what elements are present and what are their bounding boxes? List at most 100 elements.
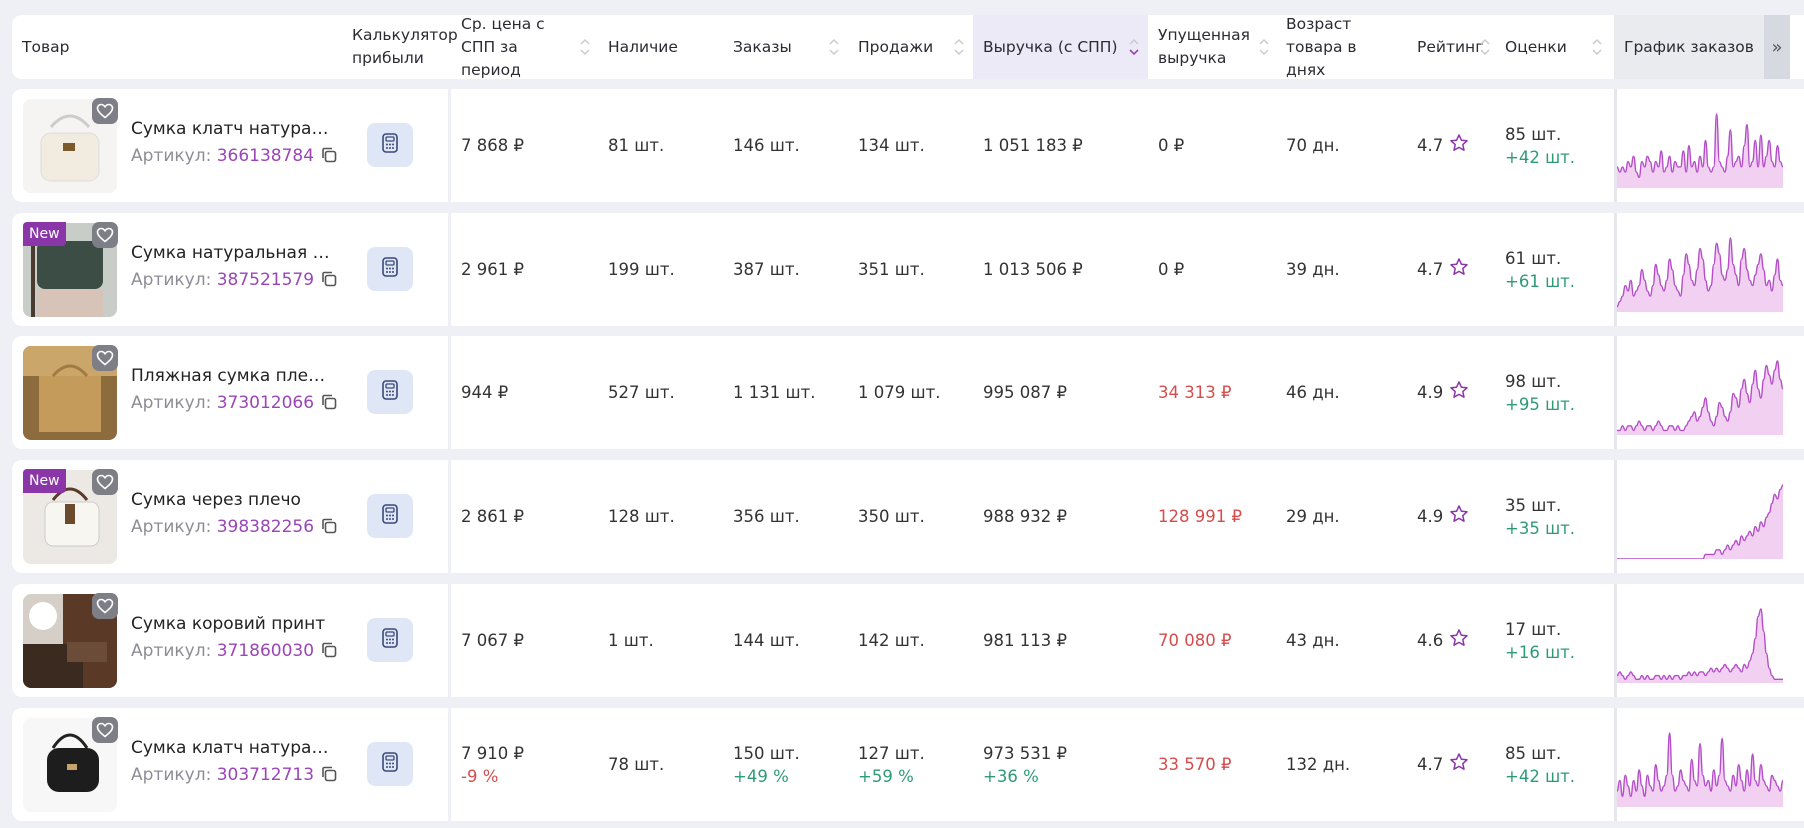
- stock-value: 78 шт.: [608, 755, 665, 774]
- age-value: 46 дн.: [1286, 383, 1340, 402]
- avg_price-value: 7 910 ₽: [461, 743, 524, 763]
- profit-calculator-button[interactable]: [367, 370, 413, 414]
- revenue-cell: 995 087 ₽: [973, 336, 1148, 449]
- table-row[interactable]: Сумка коровий принт Артикул: 371860030 7 0…: [12, 584, 1804, 697]
- col-reviews-header[interactable]: Оценки: [1495, 15, 1611, 79]
- profit-calculator-button[interactable]: [367, 742, 413, 786]
- article-number[interactable]: 366138784: [217, 146, 314, 166]
- orders-chart[interactable]: [1614, 336, 1786, 449]
- orders-chart[interactable]: [1614, 89, 1786, 202]
- stock-cell: 78 шт.: [598, 708, 723, 821]
- sort-icon[interactable]: [953, 35, 965, 59]
- age-cell: 70 дн.: [1276, 89, 1407, 202]
- sort-icon[interactable]: [1258, 35, 1270, 59]
- copy-icon[interactable]: [320, 270, 338, 293]
- profit-calculator-button[interactable]: [367, 618, 413, 662]
- favorite-heart-icon[interactable]: [92, 469, 118, 495]
- article-number[interactable]: 371860030: [217, 641, 314, 661]
- orders-cell: 1 131 шт.: [723, 336, 848, 449]
- rating-cell: 4.9: [1407, 460, 1495, 573]
- product-name[interactable]: Сумка через плечо: [131, 490, 331, 510]
- sort-desc-icon[interactable]: [1128, 35, 1140, 59]
- col-revenue-header[interactable]: Выручка (с СПП): [973, 15, 1148, 79]
- col-stock-header[interactable]: Наличие: [598, 15, 723, 79]
- product-article: Артикул: 366138784: [131, 146, 338, 169]
- table-row[interactable]: Сумка клатч натуральная кожа Артикул: 366…: [12, 89, 1804, 202]
- orders-chart[interactable]: [1614, 213, 1786, 326]
- avg_price-cell: 7 910 ₽ -9 %: [451, 708, 598, 821]
- product-name[interactable]: Сумка клатч натуральная кожа: [131, 738, 331, 758]
- revenue-value: 1 051 183 ₽: [983, 136, 1083, 155]
- copy-icon[interactable]: [320, 641, 338, 664]
- favorite-heart-icon[interactable]: [92, 98, 118, 124]
- copy-icon[interactable]: [320, 393, 338, 416]
- favorite-heart-icon[interactable]: [92, 345, 118, 371]
- table-row[interactable]: New Сумка натуральная кожа Артикул: 387521…: [12, 213, 1804, 326]
- product-name[interactable]: Пляжная сумка плетеная: [131, 366, 331, 386]
- table-row[interactable]: Пляжная сумка плетеная Артикул: 373012066…: [12, 336, 1804, 449]
- table-header: Товар Калькулятор прибыли Ср. цена с СПП…: [12, 15, 1804, 79]
- col-orders-header[interactable]: Заказы: [723, 15, 848, 79]
- sort-icon[interactable]: [579, 35, 591, 59]
- sales-delta: +59 %: [858, 766, 914, 786]
- table-row[interactable]: New Сумка через плечо Артикул: 398382256 2 …: [12, 460, 1804, 573]
- lost-value: 33 570 ₽: [1158, 755, 1232, 774]
- profit-calculator-button[interactable]: [367, 247, 413, 291]
- age-value: 70 дн.: [1286, 136, 1340, 155]
- article-number[interactable]: 373012066: [217, 393, 314, 413]
- rating-cell: 4.7: [1407, 89, 1495, 202]
- stock-cell: 81 шт.: [598, 89, 723, 202]
- reviews-delta: +16 шт.: [1505, 642, 1576, 662]
- copy-icon[interactable]: [320, 517, 338, 540]
- calculator-icon: [382, 133, 398, 157]
- col-product-header[interactable]: Товар: [12, 15, 342, 79]
- stock-value: 81 шт.: [608, 136, 665, 155]
- copy-icon[interactable]: [320, 146, 338, 169]
- revenue-delta: +36 %: [983, 766, 1039, 786]
- favorite-heart-icon[interactable]: [92, 593, 118, 619]
- lost-value: 0 ₽: [1158, 260, 1185, 279]
- calculator-icon: [382, 752, 398, 776]
- product-article: Артикул: 371860030: [131, 641, 338, 664]
- star-icon: [1449, 133, 1469, 159]
- col-avg-price-header[interactable]: Ср. цена с СПП за период: [451, 15, 598, 79]
- product-name[interactable]: Сумка клатч натуральная кожа: [131, 119, 331, 139]
- product-name[interactable]: Сумка натуральная кожа: [131, 243, 331, 263]
- lost-value: 0 ₽: [1158, 136, 1185, 155]
- orders-chart[interactable]: [1614, 584, 1786, 697]
- col-lost-revenue-header[interactable]: Упущенная выручка: [1148, 15, 1276, 79]
- profit-calculator-button[interactable]: [367, 123, 413, 167]
- col-sales-header[interactable]: Продажи: [848, 15, 973, 79]
- orders-value: 144 шт.: [733, 631, 800, 650]
- favorite-heart-icon[interactable]: [92, 222, 118, 248]
- sort-icon[interactable]: [1479, 35, 1491, 59]
- orders-chart[interactable]: [1614, 708, 1786, 821]
- reviews-delta: +42 шт.: [1505, 766, 1576, 786]
- orders-cell: 146 шт.: [723, 89, 848, 202]
- rating-cell: 4.6: [1407, 584, 1495, 697]
- revenue-cell: 1 013 506 ₽: [973, 213, 1148, 326]
- product-name[interactable]: Сумка коровий принт: [131, 614, 331, 634]
- reviews-value: 17 шт.: [1505, 619, 1562, 639]
- profit-calculator-button[interactable]: [367, 494, 413, 538]
- col-age-header[interactable]: Возраст товара в днях: [1276, 15, 1407, 79]
- col-rating-header[interactable]: Рейтинг: [1407, 15, 1495, 79]
- age-value: 39 дн.: [1286, 260, 1340, 279]
- sort-icon[interactable]: [1591, 35, 1603, 59]
- stock-value: 1 шт.: [608, 631, 654, 650]
- favorite-heart-icon[interactable]: [92, 717, 118, 743]
- sort-icon[interactable]: [828, 35, 840, 59]
- age-cell: 43 дн.: [1276, 584, 1407, 697]
- star-icon: [1449, 257, 1469, 283]
- reviews-value: 85 шт.: [1505, 124, 1562, 144]
- article-number[interactable]: 387521579: [217, 270, 314, 290]
- rating-value: 4.7: [1417, 136, 1444, 155]
- star-icon: [1449, 752, 1469, 778]
- article-number[interactable]: 398382256: [217, 517, 314, 537]
- article-number[interactable]: 303712713: [217, 765, 314, 785]
- collapse-chevron-icon[interactable]: »: [1764, 15, 1790, 79]
- table-row[interactable]: Сумка клатч натуральная кожа Артикул: 303…: [12, 708, 1804, 821]
- sales-value: 351 шт.: [858, 260, 925, 279]
- copy-icon[interactable]: [320, 765, 338, 788]
- orders-chart[interactable]: [1614, 460, 1786, 573]
